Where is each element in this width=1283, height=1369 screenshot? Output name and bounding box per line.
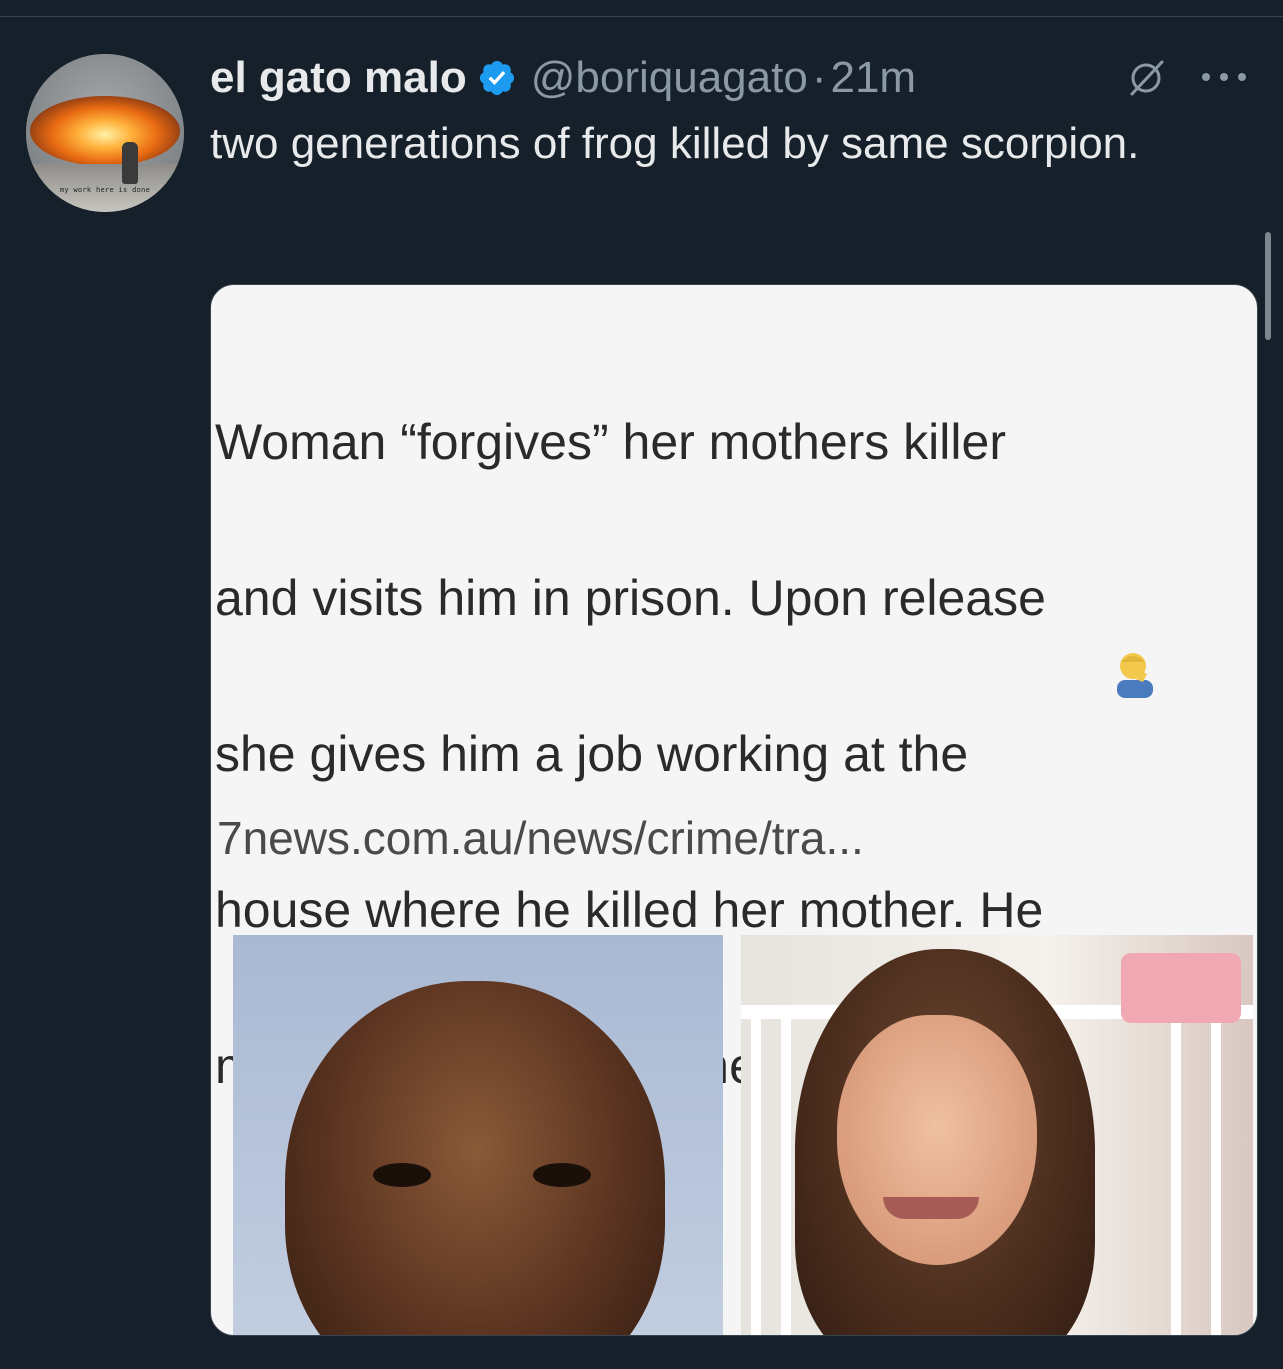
photo-woman-smile	[883, 1197, 979, 1219]
tweet-media[interactable]: Woman “forgives” her mothers killer and …	[210, 284, 1258, 1336]
photo-man-head	[285, 981, 665, 1335]
facepalm-emoji	[1117, 653, 1153, 698]
mute-icon[interactable]	[1124, 56, 1168, 100]
avatar-caption: my work here is done	[59, 186, 151, 194]
tweet-time[interactable]: 21m	[830, 53, 916, 103]
media-headline-line: and visits him in prison. Upon release	[215, 570, 1046, 626]
media-headline-line: she gives him a job working at the	[215, 726, 969, 782]
verified-badge-icon	[479, 60, 514, 96]
media-link: 7news.com.au/news/crime/tra...	[217, 812, 864, 864]
more-icon[interactable]	[1196, 60, 1252, 94]
author-handle[interactable]: @boriquagato	[531, 53, 808, 103]
photo-railing	[781, 1019, 791, 1335]
avatar[interactable]: my work here is done	[26, 54, 184, 212]
tweet-text: two generations of frog killed by same s…	[210, 119, 1140, 168]
scrollbar[interactable]	[1265, 232, 1271, 340]
media-headline-line: Woman “forgives” her mothers killer	[215, 414, 1006, 470]
photo-railing	[1211, 1019, 1221, 1335]
photo-man-eye	[533, 1163, 591, 1187]
photo-woman	[741, 935, 1253, 1335]
time-separator: ·	[811, 53, 827, 102]
photo-railing	[751, 1019, 761, 1335]
avatar-cat	[122, 142, 138, 184]
photo-man	[233, 935, 723, 1335]
tweet-header: el gato malo @boriquagato · 21m	[210, 50, 916, 106]
photo-railing	[1171, 1019, 1181, 1335]
top-divider	[0, 16, 1283, 17]
photo-woman-face	[837, 1015, 1037, 1265]
author-name[interactable]: el gato malo	[210, 53, 467, 103]
avatar-explosion	[30, 96, 180, 166]
photo-man-eye	[373, 1163, 431, 1187]
photo-pink-object	[1121, 953, 1241, 1023]
